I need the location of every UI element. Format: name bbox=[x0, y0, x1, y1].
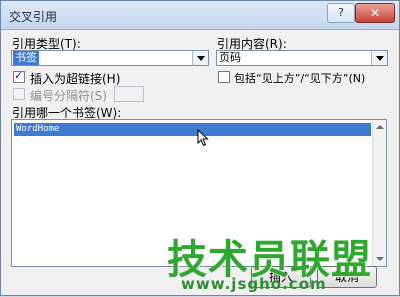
mouse-pointer-icon bbox=[197, 129, 209, 147]
separate-numbers-checkbox[interactable] bbox=[13, 88, 25, 100]
scroll-up-icon[interactable] bbox=[373, 120, 386, 133]
ref-type-value: 书签 bbox=[13, 51, 39, 65]
close-button[interactable]: ✕ bbox=[355, 3, 395, 23]
help-button[interactable]: ? bbox=[327, 3, 355, 23]
ref-type-select[interactable]: 书签 bbox=[11, 50, 209, 66]
chevron-down-icon[interactable] bbox=[192, 51, 208, 65]
close-icon: ✕ bbox=[369, 6, 381, 20]
separate-numbers-label: 编号分隔符(S) bbox=[30, 89, 107, 103]
include-above-below-label: 包括“见上方”/“见下方”(N) bbox=[234, 72, 366, 85]
include-above-below-checkbox[interactable] bbox=[218, 71, 230, 83]
help-icon: ? bbox=[338, 6, 344, 19]
watermark: 技术员联盟 www.jsgho.com bbox=[167, 227, 389, 297]
ref-content-value: 页码 bbox=[219, 51, 241, 64]
separator-input[interactable] bbox=[114, 86, 144, 102]
cross-reference-dialog: 交叉引用 ? ✕ 引用类型(T): 书签 引用内容(R): 页码 插入为超链接(… bbox=[0, 0, 400, 296]
dialog-title: 交叉引用 bbox=[9, 10, 58, 24]
insert-hyperlink-label: 插入为超链接(H) bbox=[30, 72, 121, 86]
watermark-url: www.jsgho.com bbox=[181, 275, 327, 293]
ref-content-select[interactable]: 页码 bbox=[216, 50, 388, 66]
chevron-down-icon[interactable] bbox=[371, 51, 387, 65]
list-item[interactable]: WordHome bbox=[14, 123, 371, 136]
title-bar: 交叉引用 ? ✕ bbox=[1, 1, 399, 30]
insert-hyperlink-checkbox[interactable] bbox=[13, 69, 25, 83]
